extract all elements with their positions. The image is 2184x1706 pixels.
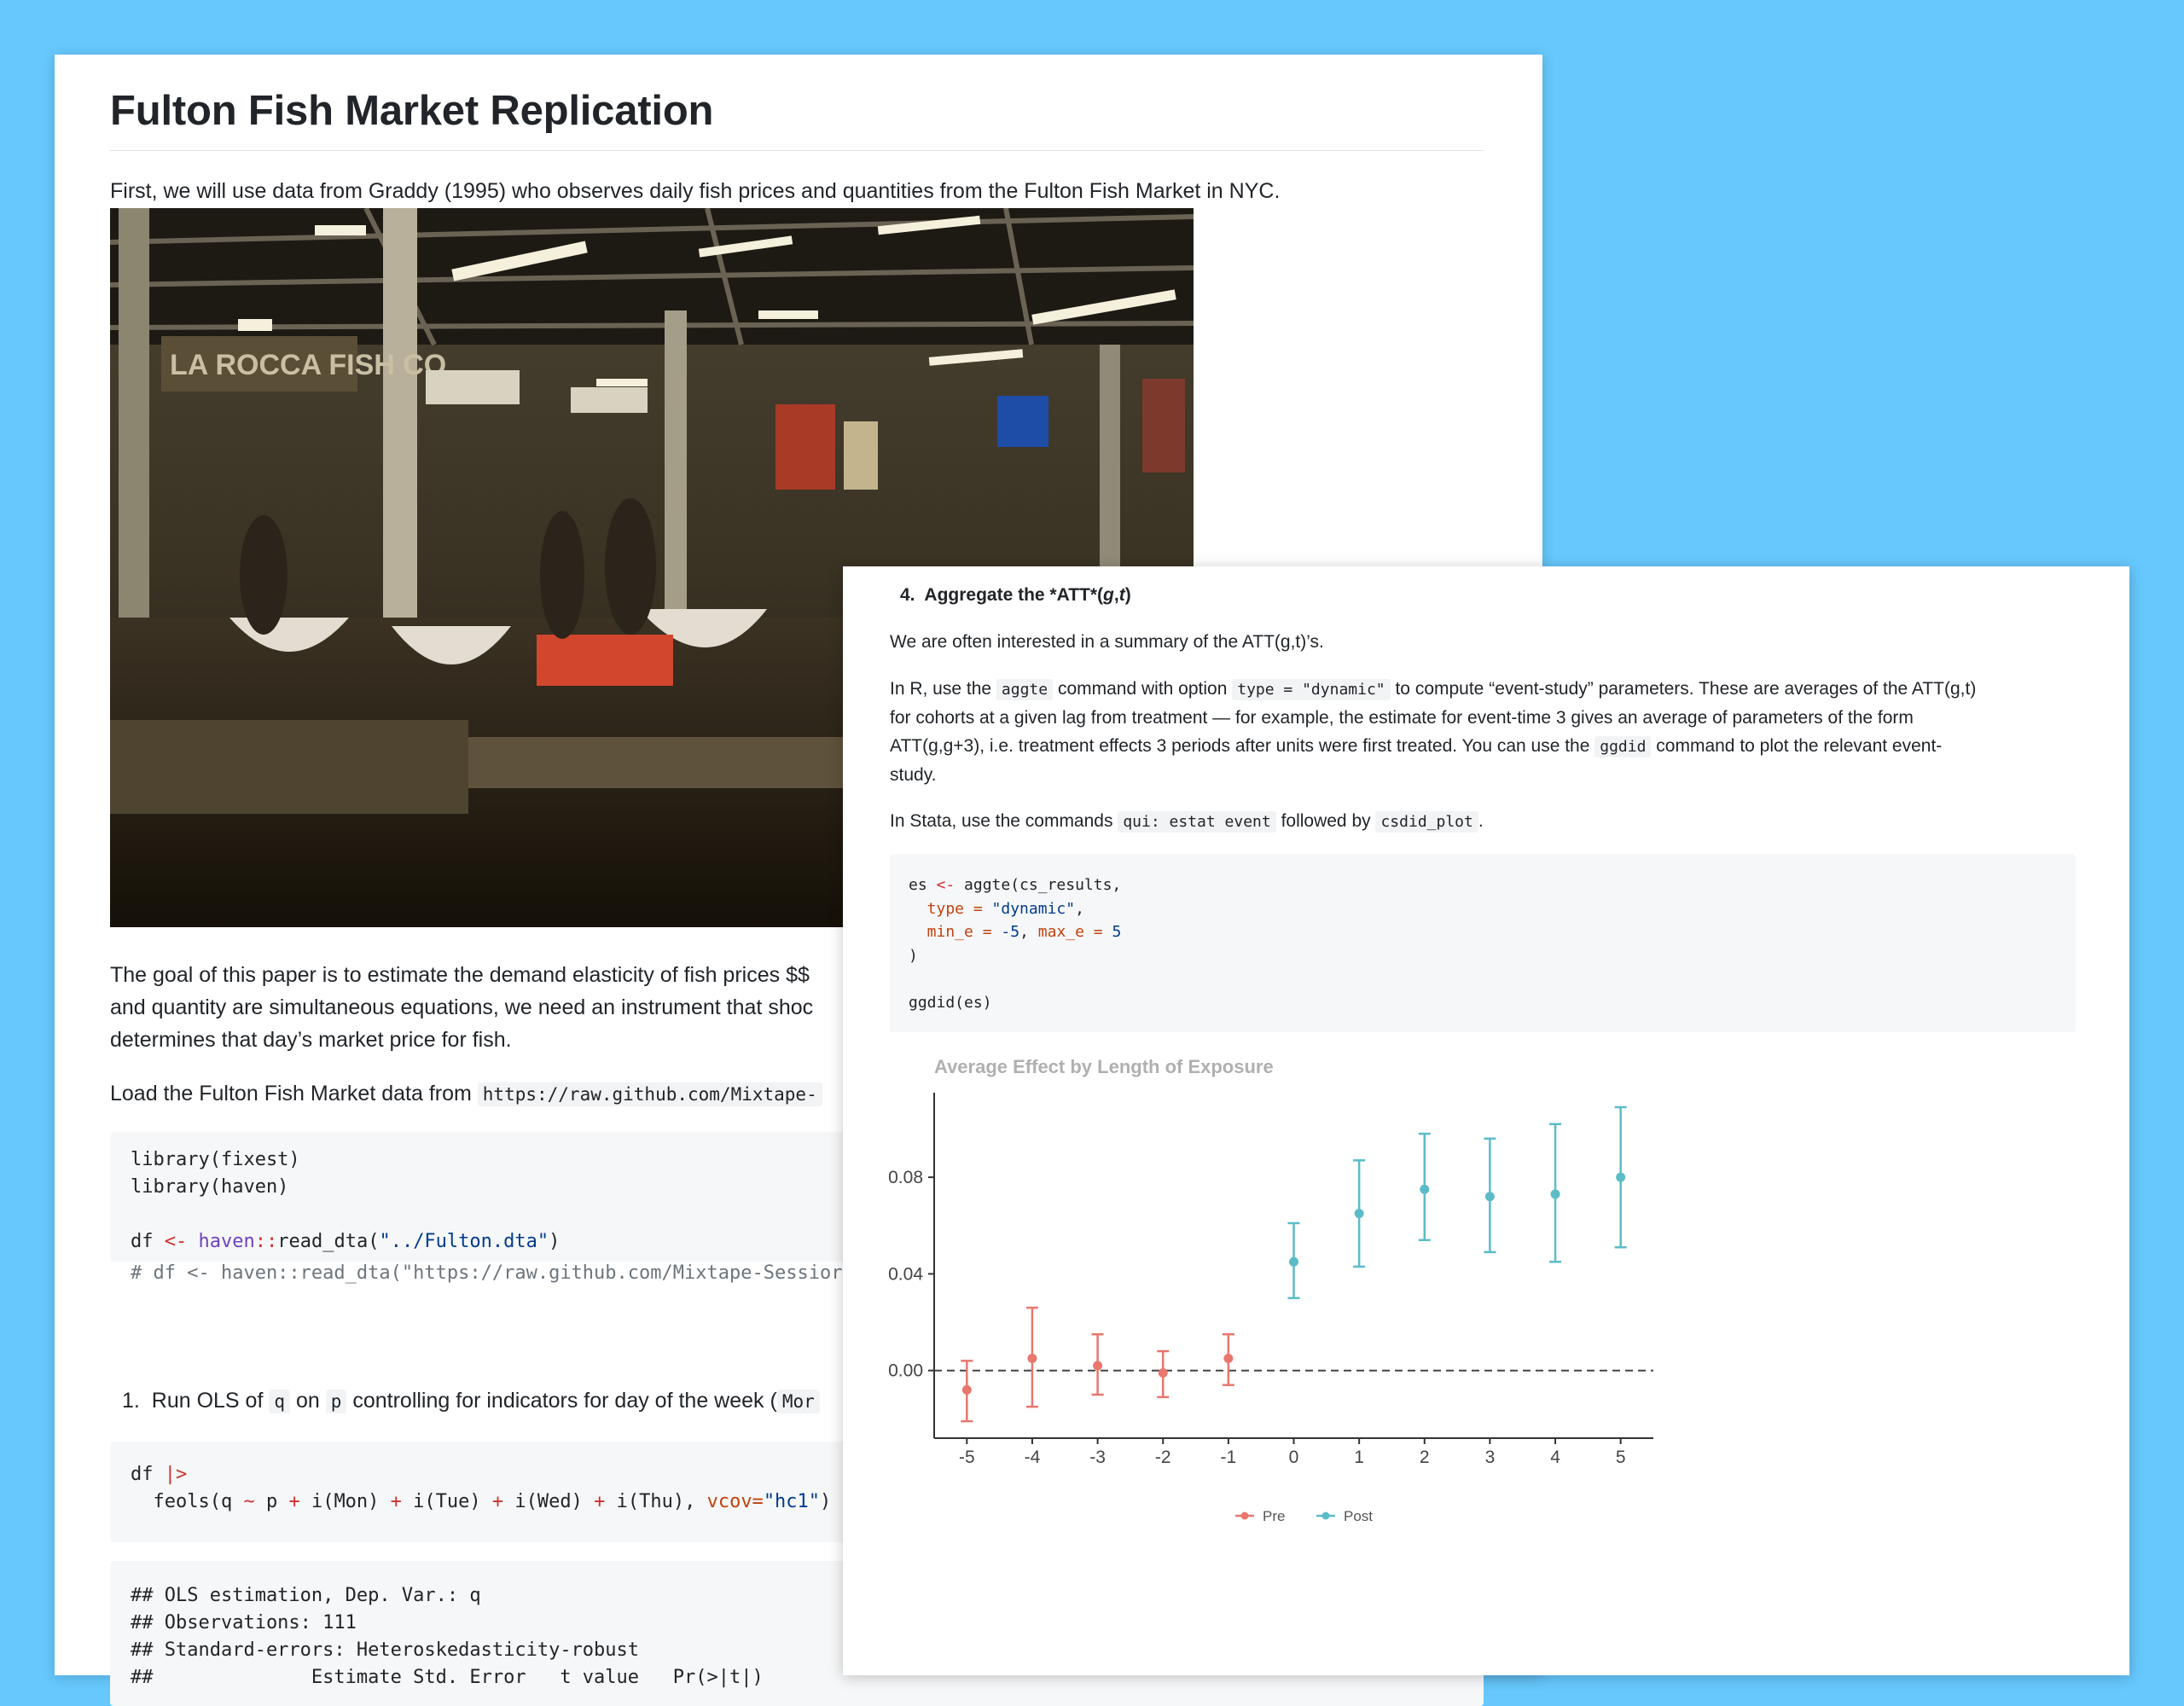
- x-tick-label: -2: [1155, 1448, 1171, 1467]
- x-tick-label: 3: [1485, 1448, 1496, 1467]
- point-estimate-pre: [1158, 1368, 1168, 1378]
- x-tick-label: 2: [1420, 1448, 1430, 1467]
- x-tick-label: -5: [959, 1448, 975, 1467]
- inline-code-q: q: [269, 1390, 291, 1413]
- event-study-chart-svg: Average Effect by Length of Exposure 0.0…: [888, 1056, 1653, 1524]
- x-tick-label: -1: [1221, 1448, 1237, 1467]
- page-title: Fulton Fish Market Replication: [110, 87, 1484, 151]
- load-paragraph: Load the Fulton Fish Market data from ht…: [110, 1077, 822, 1111]
- step-1-item: 1. Run OLS of q on p controlling for ind…: [122, 1384, 820, 1418]
- inline-code-aggte: aggte: [996, 679, 1054, 700]
- event-study-chart: Average Effect by Length of Exposure 0.0…: [877, 1046, 1662, 1562]
- inline-code-p: p: [325, 1390, 347, 1413]
- point-estimate-post: [1616, 1172, 1626, 1182]
- legend-key-point: [1321, 1512, 1330, 1520]
- step-1-text: controlling for indicators for day of th…: [352, 1389, 777, 1413]
- code-comment-line: # df <- haven::read_dta("https://raw.git…: [131, 1262, 843, 1284]
- point-estimate-post: [1484, 1192, 1495, 1202]
- x-tick-label: 0: [1289, 1448, 1299, 1467]
- step-4-number: 4.: [900, 585, 915, 605]
- goal-line: and quantity are simultaneous equations,…: [110, 995, 814, 1019]
- document-window-front: 4. Aggregate the *ATT*(g,t) We are often…: [843, 566, 2129, 1675]
- photo-sign-text: LA ROCCA FISH CO: [170, 349, 446, 381]
- goal-paragraph: The goal of this paper is to estimate th…: [110, 959, 813, 1056]
- point-estimate-pre: [1093, 1361, 1103, 1371]
- chart-title: Average Effect by Length of Exposure: [934, 1056, 1274, 1077]
- goal-line: The goal of this paper is to estimate th…: [110, 963, 810, 987]
- code-line: ggdid(es): [909, 993, 992, 1012]
- code-line: min_e = -5, max_e = 5: [909, 923, 1122, 941]
- inline-code-csdid-plot: csdid_plot: [1375, 811, 1478, 833]
- r-instructions-paragraph: In R, use the aggte command with option …: [890, 679, 1977, 785]
- step-1-text: Run OLS of: [151, 1389, 264, 1413]
- y-tick-label: 0.04: [888, 1264, 923, 1284]
- step-4-heading: 4. Aggregate the *ATT*(g,t): [900, 585, 1131, 605]
- inline-code-estat-event: qui: estat event: [1118, 811, 1276, 833]
- stata-instructions-paragraph: In Stata, use the commands qui: estat ev…: [890, 811, 1484, 833]
- legend-label: Pre: [1263, 1508, 1285, 1524]
- x-tick-label: -3: [1089, 1448, 1106, 1467]
- x-tick-label: -4: [1025, 1448, 1041, 1467]
- data-url-code: https://raw.github.com/Mixtape-: [477, 1082, 822, 1106]
- legend-key-point: [1240, 1512, 1249, 1520]
- summary-paragraph: We are often interested in a summary of …: [890, 632, 1324, 652]
- y-tick-label: 0.08: [888, 1168, 923, 1187]
- inline-code-ggdid: ggdid: [1594, 736, 1652, 757]
- point-estimate-pre: [1223, 1354, 1234, 1364]
- point-estimate-pre: [1027, 1354, 1037, 1364]
- point-estimate-post: [1289, 1256, 1298, 1267]
- x-tick-label: 5: [1616, 1448, 1626, 1467]
- inline-code-mon: Mor: [776, 1390, 820, 1413]
- code-line: ): [909, 946, 918, 965]
- goal-line: determines that day’s market price for f…: [110, 1028, 512, 1052]
- point-estimate-post: [1354, 1209, 1364, 1219]
- code-line: type = "dynamic",: [909, 899, 1084, 918]
- point-estimate-post: [1550, 1189, 1560, 1199]
- step-1-number: 1.: [122, 1389, 140, 1413]
- point-estimate-pre: [961, 1384, 972, 1395]
- x-tick-label: 4: [1550, 1448, 1560, 1467]
- load-text: Load the Fulton Fish Market data from: [110, 1082, 472, 1105]
- legend-label: Post: [1344, 1508, 1373, 1524]
- inline-code-type-dynamic: type = "dynamic": [1232, 679, 1391, 700]
- intro-paragraph: First, we will use data from Graddy (199…: [110, 179, 1281, 203]
- code-block-aggte[interactable]: es <- aggte(cs_results, type = "dynamic"…: [890, 854, 2076, 1032]
- code-line: es <- aggte(cs_results,: [909, 876, 1122, 894]
- step-1-text: on: [295, 1389, 320, 1413]
- y-tick-label: 0.00: [888, 1361, 923, 1381]
- x-tick-label: 1: [1354, 1448, 1364, 1467]
- point-estimate-post: [1420, 1184, 1430, 1194]
